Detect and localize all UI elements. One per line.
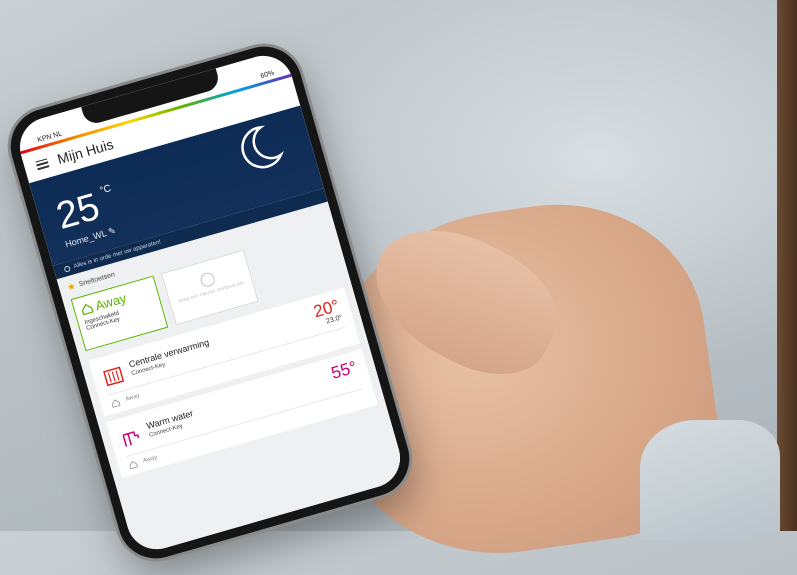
shortcuts-title: Sneltoetsen [78, 271, 116, 289]
home-away-icon [129, 460, 139, 470]
home-away-icon [111, 399, 121, 408]
info-circle-icon [63, 265, 71, 273]
faucet-icon [122, 431, 140, 447]
temperature-unit: °C [98, 183, 113, 197]
battery-level: 60% [259, 69, 276, 81]
device-mode: Away [128, 454, 159, 470]
pencil-icon[interactable]: ✎ [107, 225, 117, 237]
device-mode: Away [110, 392, 141, 408]
home-away-icon [81, 303, 94, 316]
moon-icon [241, 125, 284, 169]
device-mode-label: Away [142, 454, 159, 465]
device-mode-label: Away [124, 393, 141, 403]
sleeve [640, 420, 780, 540]
radiator-icon [103, 366, 125, 387]
star-icon: ★ [66, 280, 77, 293]
current-temperature: 55° [329, 357, 359, 383]
hamburger-menu-icon[interactable] [35, 157, 50, 170]
device-name: Centrale verwarming [127, 337, 211, 370]
clock-icon [198, 271, 217, 289]
wooden-edge [777, 0, 797, 531]
